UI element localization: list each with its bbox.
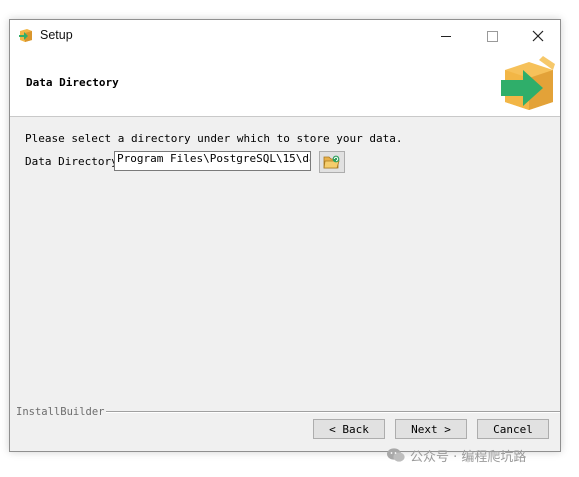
wechat-icon: [387, 448, 405, 462]
next-button[interactable]: Next >: [395, 419, 467, 439]
minimize-icon: [441, 35, 451, 37]
installer-box-arrow-icon: [501, 56, 555, 110]
close-button[interactable]: [515, 20, 560, 52]
window-title: Setup: [40, 28, 73, 42]
footer-divider: [106, 411, 560, 413]
folder-open-icon: [323, 155, 340, 169]
maximize-icon: [486, 30, 498, 42]
page-title: Data Directory: [26, 76, 119, 89]
watermark-text: 公众号 · 编程爬坑路: [410, 449, 527, 465]
data-directory-label: Data Directory: [25, 155, 118, 168]
title-bar: Setup: [10, 20, 560, 52]
directory-prompt: Please select a directory under which to…: [25, 132, 403, 145]
watermark: 公众号 · 编程爬坑路: [386, 446, 527, 465]
maximize-button[interactable]: [469, 20, 515, 52]
browse-button[interactable]: [319, 151, 345, 173]
close-icon: [532, 30, 544, 42]
installbuilder-brand: InstallBuilder: [16, 406, 105, 418]
page-header: Data Directory: [10, 52, 560, 117]
minimize-button[interactable]: [423, 20, 469, 52]
back-button[interactable]: < Back: [313, 419, 385, 439]
installer-box-icon: [19, 29, 32, 42]
cancel-button[interactable]: Cancel: [477, 419, 549, 439]
data-directory-field[interactable]: Program Files\PostgreSQL\15\data: [114, 151, 311, 171]
setup-window: Setup Data Directory Please select a dir…: [9, 19, 561, 452]
